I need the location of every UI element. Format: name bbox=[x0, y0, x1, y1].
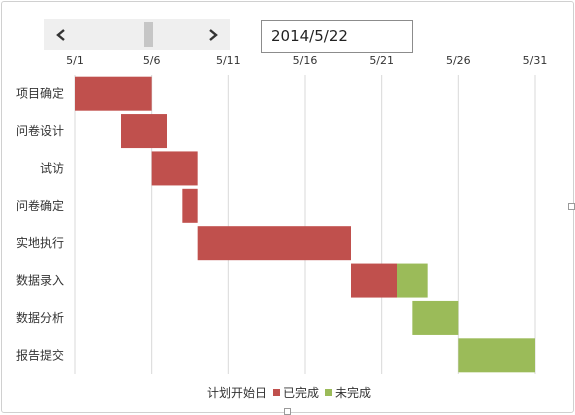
bar-completed bbox=[121, 114, 167, 149]
bar-completed bbox=[351, 263, 397, 298]
category-label: 数据录入 bbox=[16, 273, 64, 288]
category-label: 报告提交 bbox=[16, 347, 64, 362]
legend-swatch bbox=[273, 389, 280, 396]
x-tick-label: 5/1 bbox=[66, 54, 84, 67]
resize-handle-right[interactable] bbox=[568, 203, 575, 210]
category-label: 试访 bbox=[40, 160, 64, 175]
x-tick-label: 5/6 bbox=[143, 54, 161, 67]
bar-completed bbox=[75, 76, 152, 111]
x-tick-label: 5/21 bbox=[369, 54, 394, 67]
legend-label: 已完成 bbox=[283, 385, 319, 400]
x-tick-label: 5/11 bbox=[216, 54, 241, 67]
category-label: 数据分析 bbox=[16, 310, 64, 325]
category-label: 实地执行 bbox=[16, 235, 64, 250]
legend-label: 未完成 bbox=[335, 385, 371, 400]
gantt-chart: 5/1 5/6 5/11 5/16 5/21 5/26 5/31 项目确定问卷设计试访问卷确定… bbox=[16, 54, 548, 400]
bar-remaining bbox=[412, 300, 459, 335]
category-label: 问卷确定 bbox=[16, 198, 64, 213]
legend-label: 计划开始日 bbox=[207, 386, 267, 400]
bar-completed bbox=[151, 151, 198, 186]
bar-completed bbox=[197, 226, 351, 261]
x-tick-label: 5/31 bbox=[523, 54, 548, 67]
category-label: 项目确定 bbox=[16, 86, 64, 101]
legend-swatch bbox=[325, 389, 332, 396]
bar-remaining bbox=[458, 338, 535, 373]
category-label: 问卷设计 bbox=[16, 123, 64, 138]
resize-handle-bottom[interactable] bbox=[284, 408, 291, 415]
x-tick-label: 5/26 bbox=[446, 54, 471, 67]
bar-remaining bbox=[397, 263, 428, 298]
bar-completed bbox=[182, 188, 198, 223]
x-tick-label: 5/16 bbox=[293, 54, 318, 67]
